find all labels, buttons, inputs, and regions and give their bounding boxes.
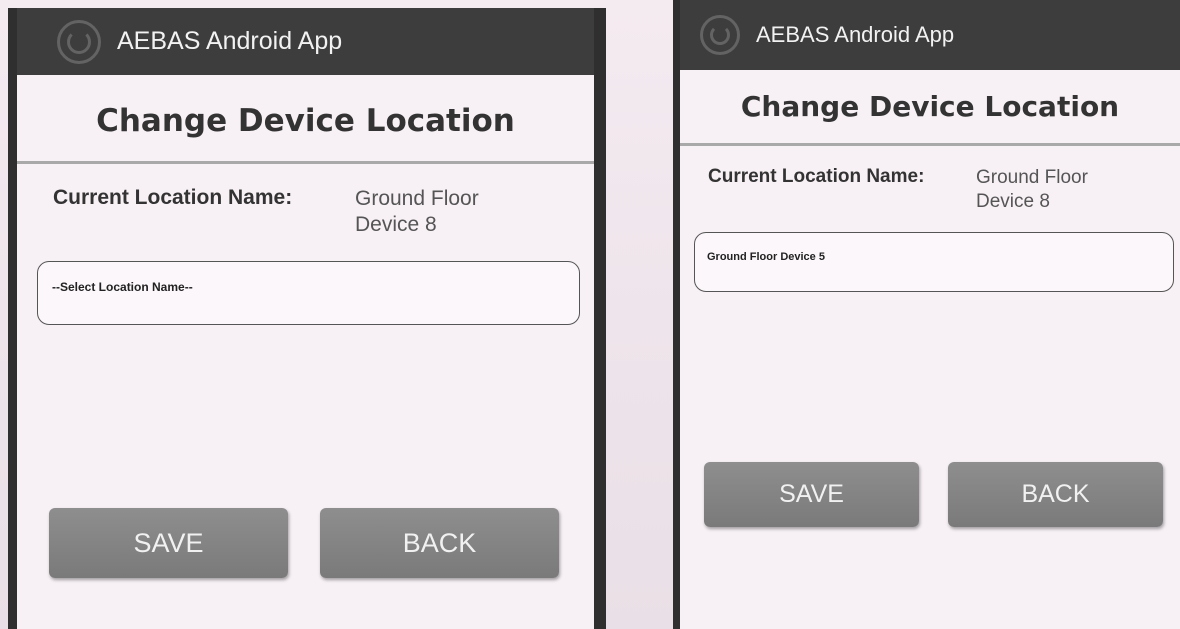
app-title-bar: AEBAS Android App (17, 8, 594, 75)
location-select[interactable]: Ground Floor Device 5 (694, 231, 1174, 292)
app-title: AEBAS Android App (756, 22, 955, 47)
app-title-bar: AEBAS Android App (680, 0, 1180, 70)
current-location-label: Current Location Name: (53, 186, 293, 209)
left-phone-screen: AEBAS Android App Change Device Location… (8, 8, 606, 629)
current-location-label: Current Location Name: (708, 166, 925, 187)
spiral-logo-icon (700, 15, 740, 55)
current-location-value: Ground Floor Device 8 (976, 167, 1088, 212)
spiral-logo-icon (57, 19, 101, 64)
current-location-row: Current Location Name: Ground Floor Devi… (17, 164, 594, 239)
save-button[interactable]: SAVE (704, 462, 919, 527)
page-title: Change Device Location (680, 70, 1180, 146)
location-select[interactable]: --Select Location Name-- (37, 260, 580, 325)
screenshot-page: AEBAS Android App Change Device Location… (0, 0, 1180, 629)
current-location-value: Ground Floor Device 8 (355, 187, 479, 237)
app-title: AEBAS Android App (117, 27, 343, 55)
back-button[interactable]: BACK (320, 508, 559, 578)
page-title: Change Device Location (17, 75, 594, 164)
save-button[interactable]: SAVE (49, 508, 288, 578)
right-phone-screen: AEBAS Android App Change Device Location… (673, 0, 1180, 629)
back-button[interactable]: BACK (948, 462, 1163, 527)
current-location-row: Current Location Name: Ground Floor Devi… (680, 146, 1180, 214)
